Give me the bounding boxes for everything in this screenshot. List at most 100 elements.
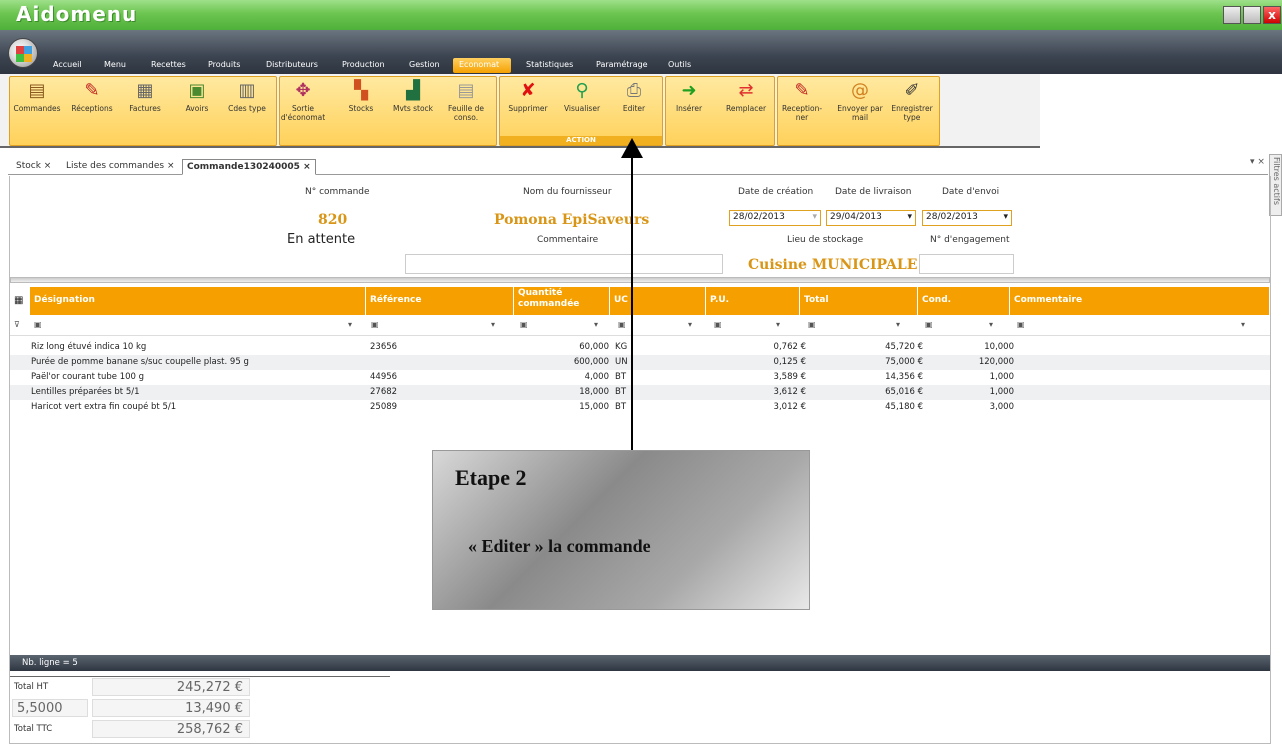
cell-reference: 25089 bbox=[370, 402, 398, 412]
menu-tab-menu[interactable]: Menu bbox=[98, 58, 132, 73]
date-creation-field[interactable]: 28/02/2013 ▾ bbox=[729, 210, 821, 226]
date-livraison-label: Date de livraison bbox=[835, 187, 912, 197]
table-row[interactable]: Paël'or courant tube 100 g 44956 4,000 B… bbox=[10, 370, 1270, 385]
filter-cond[interactable]: ▣ ▾ bbox=[925, 320, 993, 334]
menu-tab-distributeurs[interactable]: Distributeurs bbox=[260, 58, 324, 73]
menu-tab-outils[interactable]: Outils bbox=[662, 58, 697, 73]
receive-pen-icon: ✎ bbox=[794, 80, 810, 101]
splitter[interactable] bbox=[10, 277, 1270, 283]
menu-tab-parametrage[interactable]: Paramétrage bbox=[590, 58, 654, 73]
visualiser-button[interactable]: ⚲ Visualiser bbox=[556, 80, 608, 128]
supprimer-button[interactable]: ✘ Supprimer bbox=[503, 80, 553, 128]
column-chooser-icon[interactable]: ▦ bbox=[14, 295, 23, 306]
factures-button[interactable]: ▦ Factures bbox=[122, 80, 168, 128]
menu-tab-recettes[interactable]: Recettes bbox=[145, 58, 192, 73]
tab-stock[interactable]: Stock × bbox=[12, 159, 55, 175]
cell-uc: KG bbox=[615, 342, 628, 352]
supprimer-label: Supprimer bbox=[508, 104, 548, 113]
engagement-input[interactable] bbox=[919, 254, 1014, 274]
col-pu[interactable]: P.U. bbox=[706, 287, 800, 315]
menu-tab-economat[interactable]: Economat bbox=[453, 58, 511, 73]
chevron-down-icon: ▾ bbox=[812, 212, 817, 222]
table-row[interactable]: Riz long étuvé indica 10 kg 23656 60,000… bbox=[10, 340, 1270, 355]
commandes-button[interactable]: ▤ Commandes bbox=[12, 80, 62, 128]
filter-designation[interactable]: ▣ ▾ bbox=[34, 320, 352, 334]
sortie-economat-button[interactable]: ✥ Sortie d'économat bbox=[280, 80, 326, 128]
cell-quantite: 4,000 bbox=[584, 372, 609, 382]
visualiser-label: Visualiser bbox=[563, 104, 601, 113]
envoyer-mail-button[interactable]: @ Envoyer par mail bbox=[833, 80, 887, 128]
date-creation-label: Date de création bbox=[738, 187, 814, 197]
save-template-icon: ✐ bbox=[904, 80, 920, 101]
invoice-icon: ▦ bbox=[136, 80, 154, 101]
maximize-button[interactable] bbox=[1243, 6, 1261, 24]
enregistrer-type-button[interactable]: ✐ Enregistrer type bbox=[888, 80, 936, 128]
filter-total[interactable]: ▣ ▾ bbox=[808, 320, 900, 334]
comment-label: Commentaire bbox=[537, 235, 599, 245]
date-value: 28/02/2013 bbox=[926, 212, 978, 222]
comment-input[interactable] bbox=[405, 254, 723, 274]
table-row[interactable]: Haricot vert extra fin coupé bt 5/1 2508… bbox=[10, 400, 1270, 415]
supplier-value: Pomona EpiSaveurs bbox=[494, 212, 650, 228]
cell-designation: Haricot vert extra fin coupé bt 5/1 bbox=[31, 402, 177, 412]
date-livraison-field[interactable]: 29/04/2013 ▾ bbox=[826, 210, 916, 226]
tab-commande[interactable]: Commande130240005 × bbox=[182, 159, 316, 175]
remplacer-button[interactable]: ⇄ Remplacer bbox=[720, 80, 772, 128]
table-row[interactable]: Lentilles préparées bt 5/1 27682 18,000 … bbox=[10, 385, 1270, 400]
menu-tab-gestion[interactable]: Gestion bbox=[403, 58, 446, 73]
filter-reference[interactable]: ▣ ▾ bbox=[371, 320, 495, 334]
menu-tab-produits[interactable]: Produits bbox=[202, 58, 246, 73]
minimize-button[interactable] bbox=[1223, 6, 1241, 24]
stocks-button[interactable]: ▚ Stocks bbox=[338, 80, 384, 128]
date-envoi-label: Date d'envoi bbox=[942, 187, 1000, 197]
tab-liste-commandes[interactable]: Liste des commandes × bbox=[62, 159, 179, 175]
menu-tab-production[interactable]: Production bbox=[336, 58, 391, 73]
cell-uc: BT bbox=[615, 387, 627, 397]
filter-quantite[interactable]: ▣ ▾ bbox=[520, 320, 598, 334]
close-icon[interactable]: × bbox=[44, 161, 52, 171]
tabs-menu-icon[interactable]: ▾ × bbox=[1250, 157, 1265, 167]
cdes-type-button[interactable]: ▥ Cdes type bbox=[224, 80, 270, 128]
filter-icon[interactable]: ⊽ bbox=[14, 320, 20, 334]
menu-tab-accueil[interactable]: Accueil bbox=[47, 58, 88, 73]
menu-tab-statistiques[interactable]: Statistiques bbox=[520, 58, 579, 73]
remplacer-label: Remplacer bbox=[725, 104, 767, 113]
mvts-stock-button[interactable]: ▟ Mvts stock bbox=[390, 80, 436, 128]
col-commentaire[interactable]: Commentaire bbox=[1010, 287, 1270, 315]
receptionner-button[interactable]: ✎ Reception-ner bbox=[780, 80, 824, 128]
col-cond[interactable]: Cond. bbox=[918, 287, 1010, 315]
col-uc[interactable]: UC bbox=[610, 287, 706, 315]
receptions-button[interactable]: ✎ Réceptions bbox=[66, 80, 118, 128]
total-ht-label: Total HT bbox=[14, 682, 49, 692]
col-designation[interactable]: Désignation bbox=[30, 287, 366, 315]
tva-amount-value: 13,490 € bbox=[92, 699, 250, 717]
editer-button[interactable]: ⎙ Editer bbox=[611, 80, 657, 128]
cell-cond: 1,000 bbox=[989, 387, 1014, 397]
order-number-value: 820 bbox=[318, 212, 348, 228]
filter-uc[interactable]: ▣ ▾ bbox=[618, 320, 692, 334]
avoirs-button[interactable]: ▣ Avoirs bbox=[174, 80, 220, 128]
tva-rate-field[interactable]: 5,5000 bbox=[12, 699, 88, 717]
col-reference[interactable]: Référence bbox=[366, 287, 514, 315]
close-icon[interactable]: × bbox=[303, 162, 311, 172]
filter-pu[interactable]: ▣ ▾ bbox=[714, 320, 780, 334]
date-envoi-field[interactable]: 28/02/2013 ▾ bbox=[922, 210, 1012, 226]
filter-commentaire[interactable]: ▣ ▾ bbox=[1017, 320, 1245, 334]
cell-reference: 23656 bbox=[370, 342, 398, 352]
app-logo-icon[interactable] bbox=[8, 38, 38, 68]
total-ttc-label: Total TTC bbox=[14, 724, 53, 734]
col-total[interactable]: Total bbox=[800, 287, 918, 315]
close-window-button[interactable]: x bbox=[1263, 6, 1281, 24]
tab-label: Stock bbox=[16, 161, 41, 171]
annotation-arrow bbox=[631, 150, 633, 450]
stockage-value[interactable]: Cuisine MUNICIPALE bbox=[748, 257, 917, 273]
table-row[interactable]: Purée de pomme banane s/suc coupelle pla… bbox=[10, 355, 1270, 370]
order-number-label: N° commande bbox=[305, 187, 370, 197]
col-quantite[interactable]: Quantité commandée bbox=[514, 287, 610, 315]
mvts-stock-label: Mvts stock bbox=[392, 104, 434, 113]
cell-uc: BT bbox=[615, 372, 627, 382]
inserer-button[interactable]: ➜ Insérer bbox=[666, 80, 712, 128]
close-icon[interactable]: × bbox=[167, 161, 175, 171]
feuille-conso-button[interactable]: ▤ Feuille de conso. bbox=[443, 80, 489, 128]
book-icon: ▤ bbox=[28, 80, 46, 101]
